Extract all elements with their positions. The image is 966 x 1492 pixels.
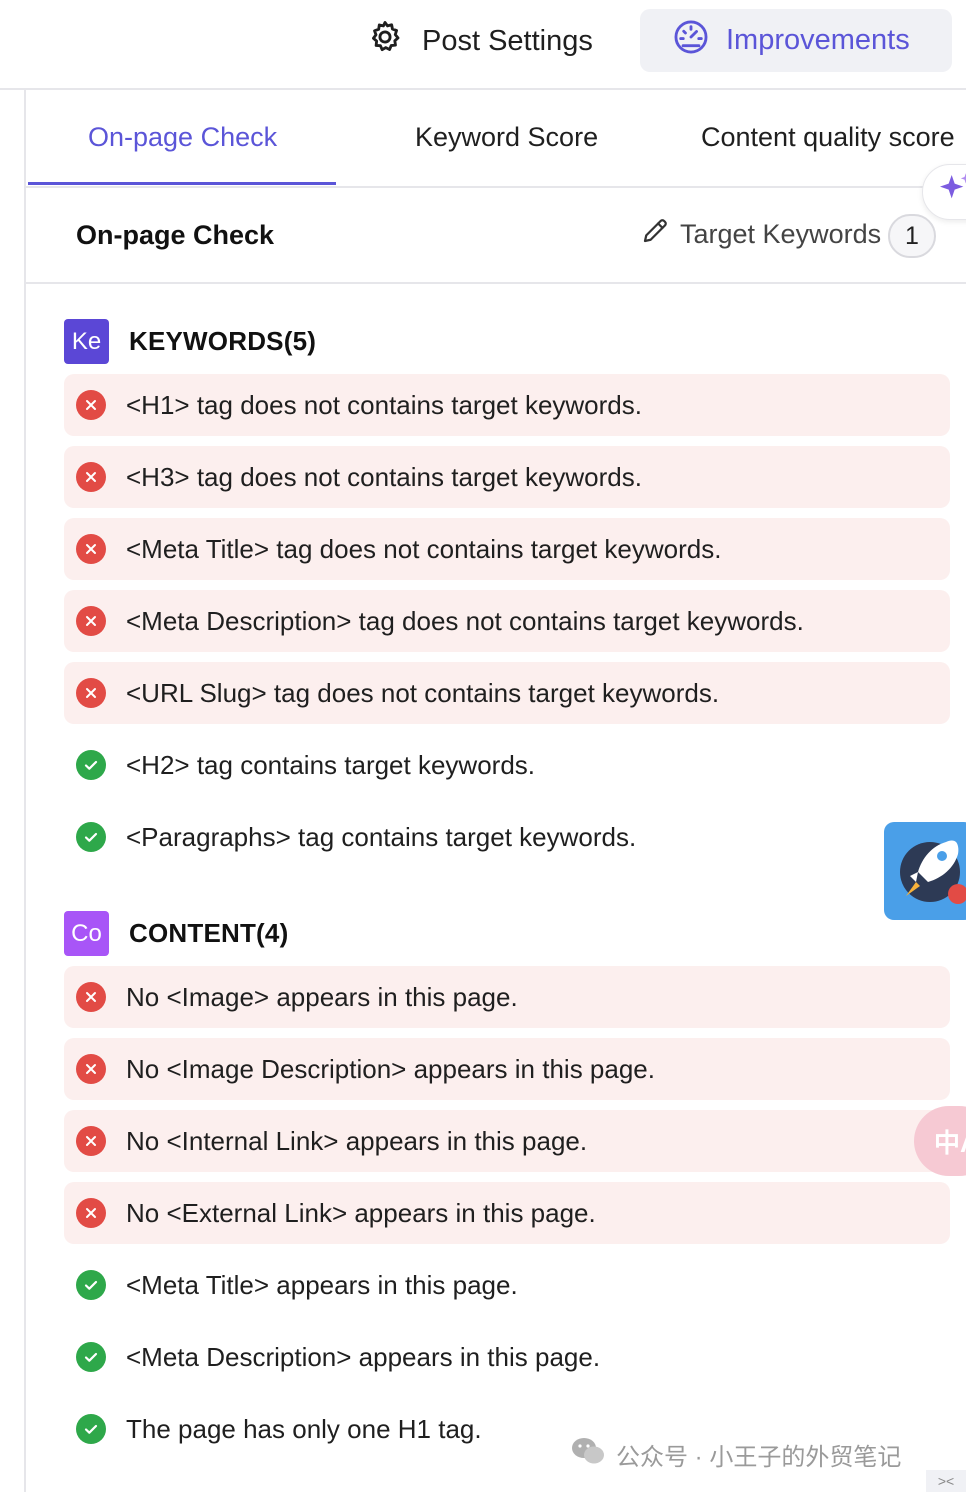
keywords-section-title: KEYWORDS(5) [129,326,317,356]
check-item: <Paragraphs> tag contains target keyword… [64,806,950,868]
x-icon [76,606,106,636]
x-icon [76,678,106,708]
keywords-badge: Ke [64,319,109,364]
check-item: No <Internal Link> appears in this page. [64,1110,950,1172]
rocket-icon [884,840,966,920]
tab-on-page-check[interactable]: On-page Check [88,122,277,153]
rocket-launcher-button[interactable] [884,822,966,920]
x-icon [76,462,106,492]
watermark: 公众号 · 小王子的外贸笔记 [570,1436,901,1473]
check-item-text: <Meta Title> tag does not contains targe… [126,533,722,564]
target-keywords-button[interactable]: Target Keywords [640,216,881,253]
check-item-text: <Meta Description> tag does not contains… [126,605,804,636]
tab-bar: On-page Check Keyword Score Content qual… [26,90,966,188]
check-item: <Meta Description> tag does not contains… [64,590,950,652]
check-item-text: <Meta Description> appears in this page. [126,1341,601,1372]
sparkle-icon [935,170,966,215]
check-item: <Meta Title> appears in this page. [64,1254,950,1316]
tab-keyword-score[interactable]: Keyword Score [415,122,598,153]
x-icon [76,982,106,1012]
on-page-check-panel: On-page Check Keyword Score Content qual… [24,90,966,1492]
x-icon [76,1126,106,1156]
improvements-label: Improvements [726,24,910,56]
content-section-title: CONTENT(4) [129,918,289,948]
check-icon [76,822,106,852]
x-icon [76,1198,106,1228]
target-keywords-count-badge: 1 [888,214,936,258]
check-item: <URL Slug> tag does not contains target … [64,662,950,724]
pencil-icon [640,216,670,253]
check-item-text: No <Image> appears in this page. [126,981,518,1012]
check-item-text: <Paragraphs> tag contains target keyword… [126,821,637,852]
check-item: <H3> tag does not contains target keywor… [64,446,950,508]
check-item-text: <H2> tag contains target keywords. [126,749,536,780]
translate-label: 中A [934,1127,966,1158]
active-tab-indicator [28,182,336,185]
check-item-text: <H3> tag does not contains target keywor… [126,461,642,492]
content-section-header: Co CONTENT(4) [64,911,288,956]
watermark-text: 公众号 · 小王子的外贸笔记 [616,1444,902,1471]
post-settings-label: Post Settings [422,24,593,57]
check-item: <Meta Description> appears in this page. [64,1326,950,1388]
check-item: <Meta Title> tag does not contains targe… [64,518,950,580]
wechat-icon [570,1436,606,1473]
improvements-button[interactable]: Improvements [640,9,952,72]
section-subheader: On-page Check Target Keywords [26,188,966,284]
check-icon [76,1414,106,1444]
check-icon [76,1342,106,1372]
check-item-text: <URL Slug> tag does not contains target … [126,677,720,708]
check-item-text: No <External Link> appears in this page. [126,1197,596,1228]
post-settings-button[interactable]: Post Settings [366,18,593,64]
check-item: No <External Link> appears in this page. [64,1182,950,1244]
x-icon [76,390,106,420]
gauge-icon [672,18,710,64]
check-item-text: No <Internal Link> appears in this page. [126,1125,588,1156]
subheader-title: On-page Check [76,220,275,250]
x-icon [76,1054,106,1084]
check-item-text: No <Image Description> appears in this p… [126,1053,655,1084]
check-item: <H1> tag does not contains target keywor… [64,374,950,436]
target-keywords-label: Target Keywords [680,219,882,249]
check-item-text: <Meta Title> appears in this page. [126,1269,518,1300]
corner-collapse-handle[interactable]: >< [926,1470,966,1492]
check-icon [76,1270,106,1300]
content-badge: Co [64,911,109,956]
check-item: <H2> tag contains target keywords. [64,734,950,796]
top-bar: Post Settings Improvements [0,0,966,90]
tab-content-quality-score[interactable]: Content quality score [701,122,955,153]
gear-icon [366,18,404,64]
check-item-text: <H1> tag does not contains target keywor… [126,389,642,420]
x-icon [76,534,106,564]
check-item-text: The page has only one H1 tag. [126,1413,482,1444]
check-icon [76,750,106,780]
check-item: No <Image Description> appears in this p… [64,1038,950,1100]
check-item: No <Image> appears in this page. [64,966,950,1028]
keywords-section-header: Ke KEYWORDS(5) [64,319,316,364]
